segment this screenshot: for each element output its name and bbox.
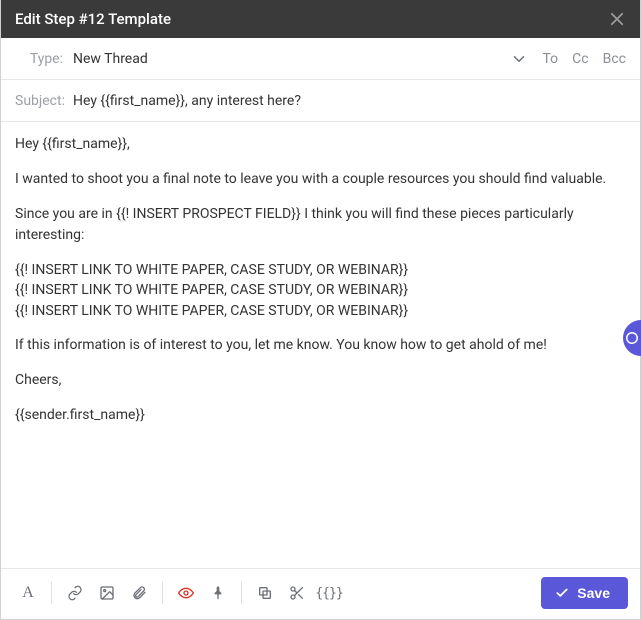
- subject-row: Subject: Hey {{first_name}}, any interes…: [1, 80, 640, 122]
- body-greeting: Hey {{first_name}},: [15, 134, 626, 155]
- close-icon[interactable]: [608, 10, 626, 28]
- chevron-down-icon[interactable]: [510, 50, 528, 68]
- check-icon: [555, 586, 569, 600]
- attachment-icon[interactable]: [124, 578, 154, 608]
- copy-icon[interactable]: [250, 578, 280, 608]
- body-para1: I wanted to shoot you a final note to le…: [15, 169, 626, 190]
- image-icon[interactable]: [92, 578, 122, 608]
- type-label: Type:: [15, 51, 73, 67]
- toolbar-divider: [51, 582, 52, 604]
- body-links: {{! INSERT LINK TO WHITE PAPER, CASE STU…: [15, 260, 626, 321]
- toolbar-left: A {{}}: [13, 578, 344, 608]
- toolbar-divider: [162, 582, 163, 604]
- variables-button[interactable]: {{}}: [314, 578, 344, 608]
- editor-toolbar: A {{}}: [1, 568, 640, 619]
- pin-icon[interactable]: [203, 578, 233, 608]
- type-value[interactable]: New Thread: [73, 51, 510, 67]
- body-link-placeholder: {{! INSERT LINK TO WHITE PAPER, CASE STU…: [15, 301, 626, 321]
- body-para3: If this information is of interest to yo…: [15, 335, 626, 356]
- modal-title: Edit Step #12 Template: [15, 10, 171, 28]
- bcc-recipient-toggle[interactable]: Bcc: [603, 51, 626, 67]
- modal: Edit Step #12 Template Type: New Thread …: [0, 0, 641, 620]
- body-signoff: Cheers,: [15, 370, 626, 391]
- subject-input[interactable]: Hey {{first_name}}, any interest here?: [73, 93, 626, 109]
- save-button[interactable]: Save: [541, 577, 628, 609]
- body-link-placeholder: {{! INSERT LINK TO WHITE PAPER, CASE STU…: [15, 260, 626, 280]
- preview-icon[interactable]: [171, 578, 201, 608]
- font-style-button[interactable]: A: [13, 578, 43, 608]
- cc-recipient-toggle[interactable]: Cc: [572, 51, 588, 67]
- body-link-placeholder: {{! INSERT LINK TO WHITE PAPER, CASE STU…: [15, 280, 626, 300]
- body-signature: {{sender.first_name}}: [15, 405, 626, 426]
- save-button-label: Save: [577, 585, 610, 601]
- subject-label: Subject:: [15, 93, 73, 109]
- type-row: Type: New Thread To Cc Bcc: [1, 38, 640, 80]
- toolbar-divider: [241, 582, 242, 604]
- to-recipient-toggle[interactable]: To: [542, 51, 558, 67]
- link-icon[interactable]: [60, 578, 90, 608]
- body-para2: Since you are in {{! INSERT PROSPECT FIE…: [15, 204, 626, 246]
- titlebar: Edit Step #12 Template: [1, 0, 640, 38]
- email-body-editor[interactable]: Hey {{first_name}}, I wanted to shoot yo…: [1, 122, 640, 568]
- scissors-icon[interactable]: [282, 578, 312, 608]
- type-row-right: To Cc Bcc: [510, 50, 626, 68]
